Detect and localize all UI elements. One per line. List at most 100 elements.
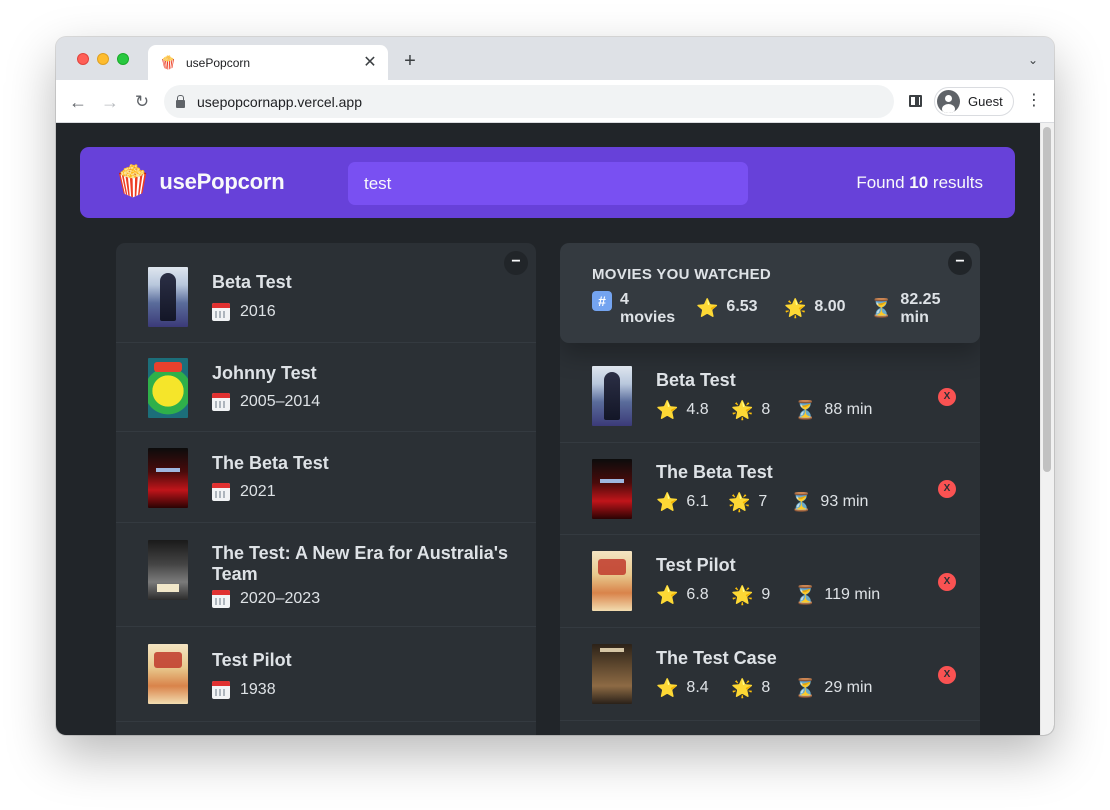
lock-icon[interactable] [176,94,185,108]
year-text: 2005–2014 [240,393,321,410]
runtime: ⏳ 93 min [790,492,868,512]
hourglass-icon: ⏳ [790,492,813,512]
movie-title: The Test Case [656,648,777,668]
url-text[interactable]: usepopcornapp.vercel.app [197,94,362,110]
popcorn-icon: 🍿 [114,165,152,198]
runtime-number: 82.25 [900,291,941,308]
movie-title: Johnny Test [212,363,317,383]
hourglass-icon: ⏳ [794,400,817,420]
imdb-value: 8.4 [686,679,709,696]
glowing-star-icon: 🌟 [728,492,751,512]
more-menu-icon[interactable]: ⋮ [1026,91,1042,111]
forward-arrow-icon[interactable]: → [98,90,122,114]
star-icon: ⭐️ [696,298,719,318]
year-text: 2016 [240,303,276,320]
calendar-icon [212,483,230,501]
imdb-value: 6.8 [686,586,709,603]
profile-button[interactable]: Guest [934,87,1014,116]
app-navbar: 🍿 usePopcorn Found 10 results [80,147,1015,218]
scrollbar-thumb[interactable] [1043,127,1051,472]
movie-title: The Test: A New Era for Australia's Team [212,543,509,584]
tab-search-chevron-icon[interactable]: ⌄ [1028,53,1038,67]
collapse-watched-button[interactable]: − [948,251,972,275]
browser-tab[interactable]: 🍿 usePopcorn ✕ [148,45,388,80]
user-value: 7 [758,493,768,510]
runtime-unit: min [900,309,929,326]
collapse-results-button[interactable]: − [504,251,528,275]
glowing-star-icon: 🌟 [731,400,754,420]
delete-button[interactable]: X [938,666,956,684]
glowing-star-icon: 🌟 [731,585,754,605]
imdb-rating: ⭐️ 6.1 [656,492,709,512]
list-item[interactable]: Beta Test 2016 [116,243,536,343]
year-text: 2021 [240,483,276,500]
user-rating: 🌟 9 [731,585,770,605]
imdb-rating: ⭐️ 4.8 [656,400,709,420]
results-count: Found 10 results [856,173,983,193]
movie-title: The Beta Test [212,453,329,473]
results-prefix: Found [856,173,905,192]
movie-year: 2016 [212,303,276,321]
browser-window: 🍿 usePopcorn ✕ + ⌄ ← → ↻ usepopcornapp.v… [56,37,1054,735]
watched-item[interactable]: The Beta Test ⭐️ 6.1 🌟 7 ⏳ 93 min X [560,443,980,535]
side-panel-icon[interactable] [909,95,922,107]
movie-title: The Beta Test [656,462,773,482]
logo: 🍿 usePopcorn [114,164,285,200]
imdb-value: 6.1 [686,493,709,510]
watched-item[interactable]: Test Pilot ⭐️ 6.8 🌟 9 ⏳ 119 min X [560,535,980,628]
runtime-value: 88 min [824,401,873,418]
runtime-value: 119 min [824,586,881,603]
runtime-value: 82.25 min [900,291,940,327]
watched-item[interactable]: The Test Case ⭐️ 8.4 🌟 8 ⏳ 29 min X [560,628,980,721]
close-window-button[interactable] [77,53,89,65]
calendar-icon [212,681,230,699]
reload-icon[interactable]: ↻ [130,90,154,114]
movie-year: 2020–2023 [212,590,320,608]
hourglass-icon: ⏳ [870,298,893,318]
back-arrow-icon[interactable]: ← [66,90,90,114]
star-icon: ⭐️ [656,585,679,605]
imdb-avg-value: 6.53 [726,298,758,315]
hourglass-icon: ⏳ [794,585,817,605]
watched-item[interactable]: Beta Test ⭐️ 4.8 🌟 8 ⏳ 88 min X [560,351,980,443]
runtime: ⏳ 119 min [794,585,880,605]
avatar-icon [937,90,960,113]
glowing-star-icon: 🌟 [784,298,807,318]
summary-title: MOVIES YOU WATCHED [592,266,772,283]
search-input[interactable] [348,162,748,205]
profile-label: Guest [968,94,1003,109]
hourglass-icon: ⏳ [794,678,817,698]
movie-title: Beta Test [212,272,292,292]
user-value: 8 [761,679,771,696]
scrollbar[interactable] [1040,123,1054,735]
watched-box: − MOVIES YOU WATCHED # 4 movies ⭐️ 6.53 … [560,243,980,735]
popcorn-favicon-icon: 🍿 [160,54,177,70]
count-number: 4 [620,291,629,308]
avg-runtime: ⏳ 82.25 min [870,291,940,327]
address-bar[interactable]: usepopcornapp.vercel.app [164,85,894,118]
year-text: 2020–2023 [240,590,321,607]
zoom-window-button[interactable] [117,53,129,65]
the-test-case-poster [592,644,632,704]
list-item[interactable]: Johnny Test 2005–2014 [116,343,536,432]
page-viewport: 🍿 usePopcorn Found 10 results − Beta Tes… [56,123,1054,735]
new-tab-button[interactable]: + [400,51,420,71]
delete-button[interactable]: X [938,388,956,406]
runtime-value: 29 min [824,679,873,696]
minimize-window-button[interactable] [97,53,109,65]
list-item[interactable]: The Beta Test 2021 [116,432,536,523]
list-item[interactable]: Test Pilot 1938 [116,627,536,722]
movie-year: 2005–2014 [212,393,320,411]
list-item[interactable]: The Test: A New Era for Australia's Team… [116,523,536,627]
movie-title: Test Pilot [656,555,736,575]
delete-button[interactable]: X [938,573,956,591]
runtime: ⏳ 88 min [794,400,872,420]
calendar-icon [212,393,230,411]
user-rating: 🌟 8 [731,400,770,420]
user-value: 9 [761,586,771,603]
the-beta-test-poster [148,448,188,508]
delete-button[interactable]: X [938,480,956,498]
calendar-icon [212,590,230,608]
close-tab-icon[interactable]: ✕ [362,54,378,71]
imdb-rating: ⭐️ 6.8 [656,585,709,605]
